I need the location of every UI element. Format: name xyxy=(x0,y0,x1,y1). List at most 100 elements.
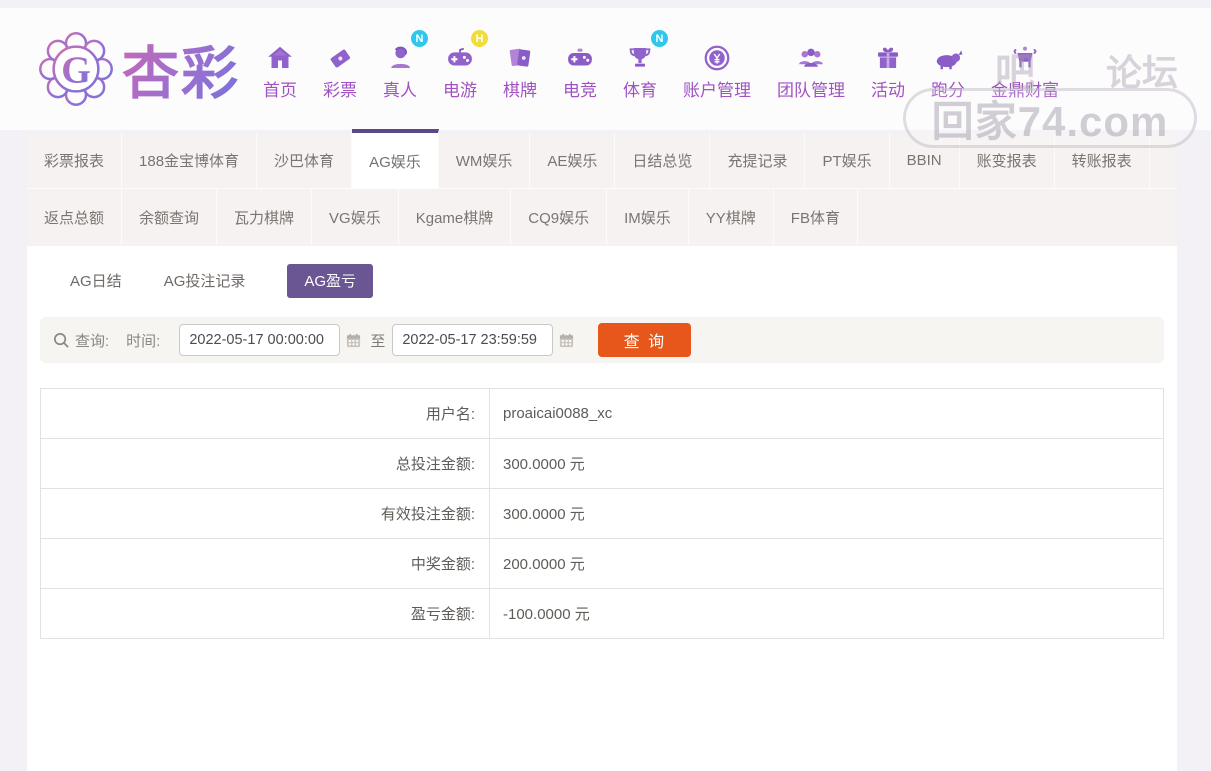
subtab-ag-profit-loss[interactable]: AG盈亏 xyxy=(287,263,374,298)
home-icon xyxy=(265,37,295,73)
brand-name: 杏彩 xyxy=(122,28,240,110)
rhino-icon xyxy=(933,37,963,73)
tab-pt-entertainment[interactable]: PT娱乐 xyxy=(805,133,890,188)
report-row-value: 200.0000 元 xyxy=(489,538,1164,589)
search-icon xyxy=(53,332,70,349)
nav-item-sports[interactable]: N 体育 xyxy=(610,30,670,101)
nav-item-activity[interactable]: 活动 xyxy=(858,37,918,101)
nav-item-label: 电竞 xyxy=(563,81,597,100)
nav-item-electronic-games[interactable]: H 电游 xyxy=(430,30,490,101)
report-row-value: 300.0000 元 xyxy=(489,488,1164,539)
report-row-label: 有效投注金额: xyxy=(40,488,490,539)
calendar-icon-start[interactable] xyxy=(346,333,361,348)
nav-item-chess-cards[interactable]: 棋牌 xyxy=(490,37,550,101)
report-row-profit-loss-amount: 盈亏金额: -100.0000 元 xyxy=(40,588,1164,639)
brand-logo[interactable]: G 杏彩 xyxy=(36,28,240,110)
nav-item-label: 真人 xyxy=(383,81,417,100)
report-row-value: proaicai0088_xc xyxy=(489,388,1164,439)
tab-yy-chess[interactable]: YY棋牌 xyxy=(689,189,774,245)
nav-item-label: 棋牌 xyxy=(503,81,537,100)
tab-im-entertainment[interactable]: IM娱乐 xyxy=(607,189,689,245)
cards-icon xyxy=(505,37,535,73)
time-label: 时间: xyxy=(126,332,161,350)
nav-item-label: 彩票 xyxy=(323,81,357,100)
nav-item-team-management[interactable]: 团队管理 xyxy=(764,37,858,101)
tab-lottery-report[interactable]: 彩票报表 xyxy=(27,133,123,188)
brand-emblem-icon: G xyxy=(36,29,116,109)
subtab-ag-bet-records[interactable]: AG投注记录 xyxy=(164,264,246,298)
report-row-win-amount: 中奖金额: 200.0000 元 xyxy=(40,538,1164,589)
nav-item-esports[interactable]: 电竞 xyxy=(550,37,610,101)
trophy-icon: N xyxy=(625,30,668,73)
query-bar: 查询: 时间: 至 查 询 xyxy=(40,317,1164,363)
tab-rebate-total[interactable]: 返点总额 xyxy=(27,189,123,245)
tab-deposit-withdraw-log[interactable]: 充提记录 xyxy=(710,133,806,188)
tab-row-primary: 彩票报表 188金宝博体育 沙巴体育 AG娱乐 WM娱乐 AE娱乐 日结总览 充提记录 PT娱乐… xyxy=(27,129,1177,189)
nav-item-label: 账户管理 xyxy=(683,81,751,100)
tab-shaba-sports[interactable]: 沙巴体育 xyxy=(257,133,353,188)
nav-item-label: 团队管理 xyxy=(777,81,845,100)
tab-kgame-chess[interactable]: Kgame棋牌 xyxy=(399,189,512,245)
nav-item-home[interactable]: 首页 xyxy=(250,37,310,101)
report-tabs: 彩票报表 188金宝博体育 沙巴体育 AG娱乐 WM娱乐 AE娱乐 日结总览 充提记录 PT娱乐… xyxy=(27,129,1177,245)
nav-badge-electronic-games: H xyxy=(471,30,488,47)
throne-icon xyxy=(1010,37,1040,73)
query-label: 查询: xyxy=(75,332,110,350)
tab-ag-entertainment[interactable]: AG娱乐 xyxy=(352,129,439,189)
person-icon: N xyxy=(385,30,428,73)
nav-item-jinding-wealth[interactable]: 金鼎财富 xyxy=(978,37,1072,101)
tab-daily-summary[interactable]: 日结总览 xyxy=(615,133,711,188)
report-row-label: 中奖金额: xyxy=(40,538,490,589)
end-datetime-input[interactable] xyxy=(392,324,554,356)
content-panel: AG日结 AG投注记录 AG盈亏 查询: 时间: 至 查 询 用户名:proaica… xyxy=(27,246,1177,771)
report-row-value: 300.0000 元 xyxy=(489,438,1164,489)
nav-item-label: 电游 xyxy=(443,81,477,100)
ag-subtabs: AG日结 AG投注记录 AG盈亏 xyxy=(27,246,1177,298)
tab-wm-entertainment[interactable]: WM娱乐 xyxy=(439,133,531,188)
nav-item-account-management[interactable]: 账户管理 xyxy=(670,37,764,101)
team-icon xyxy=(796,37,826,73)
tab-cq9-entertainment[interactable]: CQ9娱乐 xyxy=(511,189,608,245)
nav-badge-live-casino: N xyxy=(411,30,428,47)
gift-icon xyxy=(873,37,903,73)
ticket-icon xyxy=(325,37,355,73)
nav-item-label: 体育 xyxy=(623,81,657,100)
svg-text:G: G xyxy=(61,49,91,91)
report-row-valid-bet-amount: 有效投注金额: 300.0000 元 xyxy=(40,488,1164,539)
report-row-label: 用户名: xyxy=(40,388,490,439)
nav-item-paofen[interactable]: 跑分 xyxy=(918,37,978,101)
tab-wali-chess[interactable]: 瓦力棋牌 xyxy=(217,189,313,245)
tab-bbin[interactable]: BBIN xyxy=(890,133,960,188)
nav-item-lottery[interactable]: 彩票 xyxy=(310,37,370,101)
subtab-ag-daily[interactable]: AG日结 xyxy=(70,264,122,298)
tab-188-jinbaobo-sports[interactable]: 188金宝博体育 xyxy=(122,133,258,188)
nav-item-label: 金鼎财富 xyxy=(991,81,1059,100)
report-table: 用户名: proaicai0088_xc 总投注金额: 300.0000 元有效投注金… xyxy=(40,388,1164,639)
report-row-username: 用户名: proaicai0088_xc xyxy=(40,388,1164,439)
gamepad-icon: H xyxy=(445,30,488,73)
to-label: 至 xyxy=(370,332,386,350)
tab-transfer-report[interactable]: 转账报表 xyxy=(1055,133,1150,188)
tab-ae-entertainment[interactable]: AE娱乐 xyxy=(530,133,616,188)
calendar-icon-end[interactable] xyxy=(559,333,574,348)
report-row-label: 盈亏金额: xyxy=(40,588,490,639)
tab-vg-entertainment[interactable]: VG娱乐 xyxy=(312,189,399,245)
nav-item-live-casino[interactable]: N 真人 xyxy=(370,30,430,101)
nav-item-label: 活动 xyxy=(871,81,905,100)
header: G 杏彩 首页 彩票 N 真人 H 电游 棋牌 电竞 N 体育 账户管理 团队管理 活动 跑分 金鼎财富 xyxy=(0,8,1211,130)
start-datetime-input[interactable] xyxy=(179,324,341,356)
account-icon xyxy=(702,37,732,73)
main-nav: 首页 彩票 N 真人 H 电游 棋牌 电竞 N 体育 账户管理 团队管理 活动 跑分 金鼎财富 xyxy=(250,30,1072,101)
nav-item-label: 跑分 xyxy=(931,81,965,100)
tab-account-change-report[interactable]: 账变报表 xyxy=(960,133,1055,188)
query-button[interactable]: 查 询 xyxy=(598,323,692,357)
report-row-label: 总投注金额: xyxy=(40,438,490,489)
report-row-total-bet-amount: 总投注金额: 300.0000 元 xyxy=(40,438,1164,489)
tab-fb-sports[interactable]: FB体育 xyxy=(774,189,858,245)
nav-badge-sports: N xyxy=(651,30,668,47)
esports-icon xyxy=(565,37,595,73)
tab-balance-query[interactable]: 余额查询 xyxy=(122,189,218,245)
nav-item-label: 首页 xyxy=(263,81,297,100)
report-row-value: -100.0000 元 xyxy=(489,588,1164,639)
tab-row-secondary: 返点总额 余额查询 瓦力棋牌 VG娱乐 Kgame棋牌 CQ9娱乐 IM娱乐 YY棋牌 FB体育 xyxy=(27,189,1177,245)
